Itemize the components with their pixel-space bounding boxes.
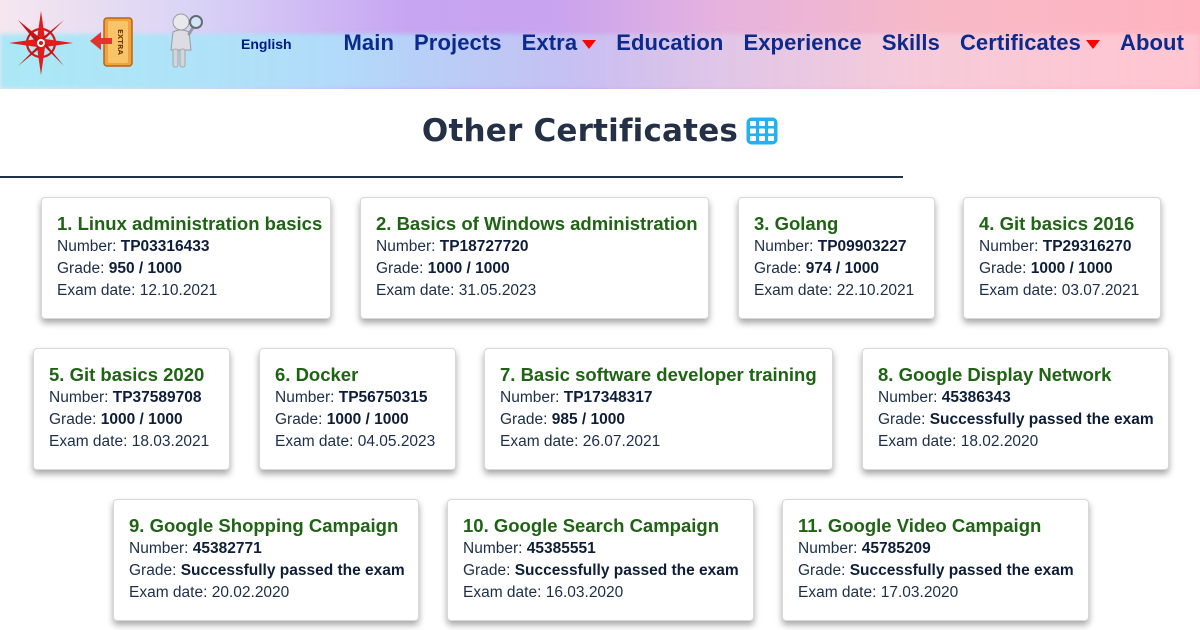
certificate-grade: Grade: 1000 / 1000: [979, 260, 1113, 277]
certificate-grade: Grade: 1000 / 1000: [275, 411, 409, 428]
certificate-grade: Grade: 1000 / 1000: [49, 411, 183, 428]
nav-item-education[interactable]: Education: [616, 30, 723, 56]
certificate-title: 9. Google Shopping Campaign: [129, 515, 399, 536]
certificate-number: Number: 45386343: [878, 389, 1011, 406]
certificate-grade: Grade: Successfully passed the exam: [878, 411, 1154, 428]
certificate-card: 1. Linux administration basics Number: T…: [41, 197, 331, 319]
certificate-number: Number: TP03316433: [57, 238, 210, 255]
nav-item-projects[interactable]: Projects: [414, 30, 502, 56]
certificate-title: 11. Google Video Campaign: [798, 515, 1042, 536]
certificate-exam-date: Exam date: 26.07.2021: [500, 433, 661, 450]
certificate-exam-date: Exam date: 17.03.2020: [798, 584, 959, 601]
certificate-title: 2. Basics of Windows administration: [376, 213, 698, 234]
certificate-number: Number: TP17348317: [500, 389, 653, 406]
certificate-number: Number: TP18727720: [376, 238, 529, 255]
title-divider: [0, 176, 903, 178]
certificate-exam-date: Exam date: 03.07.2021: [979, 282, 1140, 299]
certificate-grade: Grade: 985 / 1000: [500, 411, 625, 428]
certificate-grade: Grade: Successfully passed the exam: [463, 562, 739, 579]
certificate-number: Number: 45785209: [798, 540, 931, 557]
certificate-card: 4. Git basics 2016 Number: TP29316270 Gr…: [963, 197, 1161, 319]
certificate-card: 6. Docker Number: TP56750315 Grade: 1000…: [259, 348, 456, 470]
certificate-number: Number: TP56750315: [275, 389, 428, 406]
certificate-title: 5. Git basics 2020: [49, 364, 205, 385]
certificate-grade: Grade: 950 / 1000: [57, 260, 182, 277]
certificate-title: 1. Linux administration basics: [57, 213, 323, 234]
certificate-card: 5. Git basics 2020 Number: TP37589708 Gr…: [33, 348, 230, 470]
certificate-grade: Grade: Successfully passed the exam: [798, 562, 1074, 579]
extra-icon-text: EXTRA: [116, 29, 124, 55]
nav-item-main[interactable]: Main: [344, 30, 395, 56]
chevron-down-icon: [1085, 39, 1100, 49]
certificate-title: 8. Google Display Network: [878, 364, 1112, 385]
certificate-title: 7. Basic software developer training: [500, 364, 817, 385]
nav-item-certificates[interactable]: Certificates: [960, 30, 1100, 56]
certificate-card: 7. Basic software developer training Num…: [484, 348, 833, 470]
certificate-grade: Grade: Successfully passed the exam: [129, 562, 405, 579]
certificate-title: 4. Git basics 2016: [979, 213, 1135, 234]
certificate-card: 3. Golang Number: TP09903227 Grade: 974 …: [738, 197, 935, 319]
nav-item-skills[interactable]: Skills: [882, 30, 940, 56]
certificate-card: 11. Google Video Campaign Number: 457852…: [782, 499, 1089, 621]
grid-icon[interactable]: [746, 117, 778, 145]
certificate-number: Number: 45382771: [129, 540, 262, 557]
certificate-number: Number: TP37589708: [49, 389, 202, 406]
extra-exit-icon[interactable]: EXTRA: [88, 16, 136, 68]
certificate-grade: Grade: 974 / 1000: [754, 260, 879, 277]
chevron-down-icon: [582, 39, 597, 49]
certificate-exam-date: Exam date: 04.05.2023: [275, 433, 436, 450]
certificate-number: Number: TP09903227: [754, 238, 907, 255]
site-header: EXTRA English Main Projects Extra Educat…: [0, 0, 1200, 89]
nav-item-extra[interactable]: Extra: [522, 30, 597, 56]
certificate-title: 10. Google Search Campaign: [463, 515, 719, 536]
certificate-exam-date: Exam date: 31.05.2023: [376, 282, 537, 299]
certificate-number: Number: TP29316270: [979, 238, 1132, 255]
certificate-number: Number: 45385551: [463, 540, 596, 557]
certificate-exam-date: Exam date: 22.10.2021: [754, 282, 915, 299]
compass-rose-logo-icon[interactable]: [8, 10, 74, 76]
certificate-exam-date: Exam date: 12.10.2021: [57, 282, 218, 299]
certificate-title: 3. Golang: [754, 213, 839, 234]
certificate-grade: Grade: 1000 / 1000: [376, 260, 510, 277]
page-title-text: Other Certificates: [421, 113, 739, 149]
person-magnifier-icon[interactable]: [165, 12, 205, 70]
certificate-card: 8. Google Display Network Number: 453863…: [862, 348, 1169, 470]
certificate-exam-date: Exam date: 16.03.2020: [463, 584, 624, 601]
certificate-card: 2. Basics of Windows administration Numb…: [360, 197, 709, 319]
nav-item-about[interactable]: About: [1120, 30, 1184, 56]
certificate-card: 10. Google Search Campaign Number: 45385…: [447, 499, 754, 621]
nav-item-experience[interactable]: Experience: [743, 30, 861, 56]
main-nav: Main Projects Extra Education Experience…: [344, 30, 1185, 56]
certificate-exam-date: Exam date: 20.02.2020: [129, 584, 290, 601]
page-title: Other Certificates: [0, 113, 1200, 149]
certificate-card: 9. Google Shopping Campaign Number: 4538…: [113, 499, 419, 621]
certificate-exam-date: Exam date: 18.03.2021: [49, 433, 210, 450]
certificate-title: 6. Docker: [275, 364, 359, 385]
certificate-exam-date: Exam date: 18.02.2020: [878, 433, 1039, 450]
language-switch-link[interactable]: English: [241, 36, 292, 52]
